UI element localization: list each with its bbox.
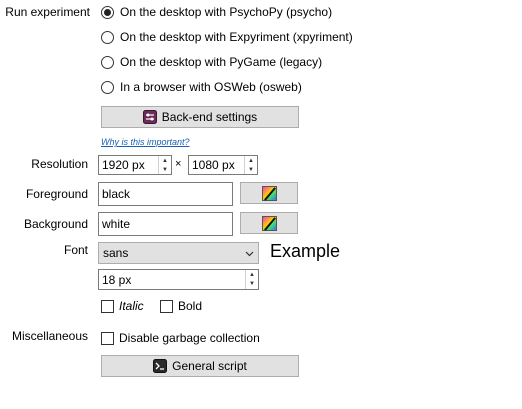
spin-down-icon[interactable]: ▼: [159, 165, 171, 174]
radio-label: In a browser with OSWeb (osweb): [120, 80, 302, 94]
resolution-height-value[interactable]: 1080 px: [189, 156, 244, 174]
font-example-text: Example: [270, 241, 341, 261]
radio-indicator[interactable]: [101, 55, 114, 69]
radio-label: On the desktop with PsychoPy (psycho): [120, 5, 333, 19]
backend-settings-label: Back-end settings: [161, 110, 258, 124]
backend-settings-button[interactable]: Back-end settings: [101, 106, 299, 128]
background-input[interactable]: white: [98, 212, 233, 236]
garbage-collection-label: Disable garbage collection: [119, 331, 260, 345]
miscellaneous-label: Miscellaneous: [11, 329, 88, 343]
radio-indicator[interactable]: [101, 30, 114, 44]
radio-pygame[interactable]: On the desktop with PyGame (legacy): [101, 52, 353, 72]
bold-label: Bold: [178, 299, 203, 313]
font-family-value: sans: [103, 246, 129, 260]
run-experiment-label: Run experiment: [5, 5, 90, 19]
spin-up-icon[interactable]: ▲: [245, 156, 257, 165]
foreground-label: Foreground: [25, 187, 88, 201]
radio-osweb[interactable]: In a browser with OSWeb (osweb): [101, 77, 353, 97]
font-family-select[interactable]: sans: [98, 242, 259, 264]
font-label: Font: [63, 243, 88, 257]
foreground-color-button[interactable]: [240, 182, 298, 204]
radio-indicator[interactable]: [101, 5, 114, 19]
spin-down-icon[interactable]: ▼: [245, 165, 257, 174]
garbage-collection-checkbox[interactable]: [101, 331, 114, 345]
radio-indicator[interactable]: [101, 80, 114, 94]
settings-icon: [142, 110, 157, 124]
color-picker-icon: [261, 215, 277, 231]
spin-arrows[interactable]: ▲ ▼: [244, 156, 257, 174]
radio-psychopy[interactable]: On the desktop with PsychoPy (psycho): [101, 2, 353, 22]
radio-label: On the desktop with Expyriment (xpyrimen…: [120, 30, 353, 44]
resolution-separator: ×: [175, 158, 182, 170]
resolution-height-spinbox[interactable]: 1080 px ▲ ▼: [188, 155, 258, 175]
color-picker-icon: [261, 185, 277, 201]
resolution-width-spinbox[interactable]: 1920 px ▲ ▼: [98, 155, 172, 175]
bold-checkbox[interactable]: [160, 299, 173, 313]
general-script-label: General script: [172, 359, 247, 373]
resolution-label: Resolution: [31, 157, 88, 171]
chevron-down-icon: [245, 249, 254, 258]
italic-checkbox[interactable]: [101, 299, 114, 313]
background-label: Background: [23, 217, 88, 231]
backend-radio-group: On the desktop with PsychoPy (psycho) On…: [101, 2, 353, 97]
italic-checkbox-row[interactable]: Italic: [101, 297, 144, 315]
italic-label: Italic: [119, 299, 144, 313]
general-script-button[interactable]: General script: [101, 355, 299, 377]
foreground-input[interactable]: black: [98, 182, 233, 206]
spin-down-icon[interactable]: ▼: [246, 280, 258, 290]
radio-expyriment[interactable]: On the desktop with Expyriment (xpyrimen…: [101, 27, 353, 47]
spin-arrows[interactable]: ▲ ▼: [245, 270, 258, 289]
font-size-value[interactable]: 18 px: [99, 270, 245, 289]
bold-checkbox-row[interactable]: Bold: [160, 297, 202, 315]
spin-up-icon[interactable]: ▲: [159, 156, 171, 165]
background-color-button[interactable]: [240, 212, 298, 234]
spin-up-icon[interactable]: ▲: [246, 270, 258, 280]
garbage-collection-row[interactable]: Disable garbage collection: [101, 329, 260, 347]
radio-label: On the desktop with PyGame (legacy): [120, 55, 323, 69]
spin-arrows[interactable]: ▲ ▼: [158, 156, 171, 174]
resolution-width-value[interactable]: 1920 px: [99, 156, 158, 174]
terminal-icon: [153, 359, 168, 373]
font-size-spinbox[interactable]: 18 px ▲ ▼: [98, 269, 259, 290]
why-important-link[interactable]: Why is this important?: [101, 137, 190, 147]
